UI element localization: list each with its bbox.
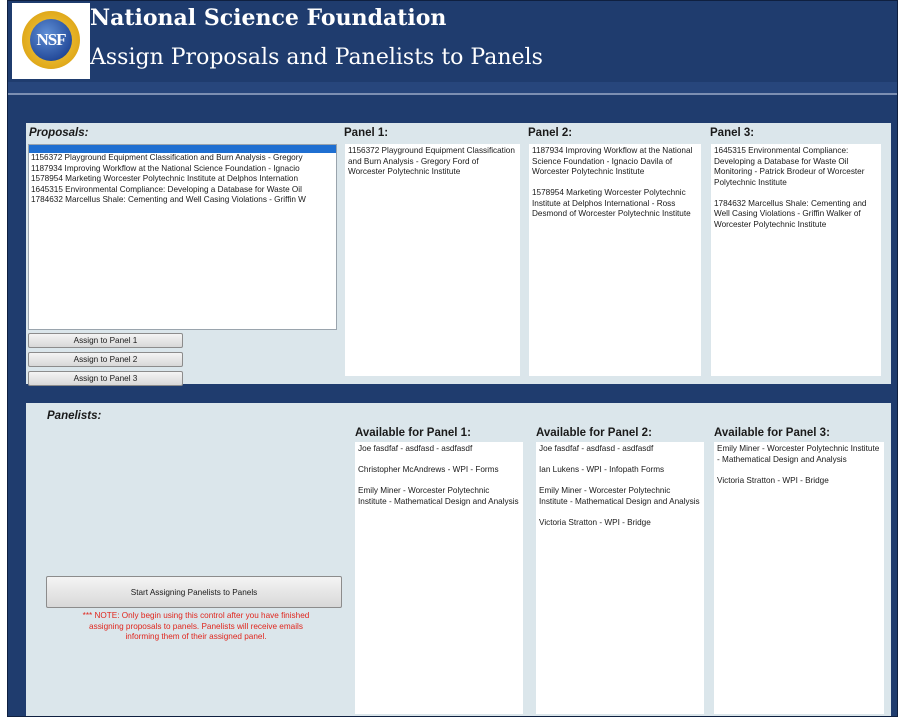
list-item: Christopher McAndrews - WPI - Forms	[358, 465, 499, 474]
panelists-heading: Panelists:	[47, 410, 102, 422]
start-assigning-button[interactable]: Start Assigning Panelists to Panels	[46, 576, 342, 608]
list-item: 1187934 Improving Workflow at the Nation…	[532, 146, 693, 176]
list-item: Joe fasdfaf - asdfasd - asdfasdf	[358, 444, 473, 453]
list-item: 1156372 Playground Equipment Classificat…	[348, 146, 515, 176]
list-item: Victoria Stratton - WPI - Bridge	[717, 475, 829, 485]
list-item: Ian Lukens - WPI - Infopath Forms	[539, 465, 665, 474]
list-item: 1784632 Marcellus Shale: Cementing and W…	[714, 198, 867, 229]
available-panel-3-list[interactable]: Emily Miner - Worcester Polytechnic Inst…	[714, 442, 884, 714]
available-panel-1-list[interactable]: Joe fasdfaf - asdfasd - asdfasdf Christo…	[355, 442, 523, 714]
available-panel-1-heading: Available for Panel 1:	[355, 427, 471, 439]
logo-globe: NSF	[30, 19, 72, 61]
nsf-logo: NSF	[12, 3, 90, 79]
list-item[interactable]: 1156372 Playground Equipment Classificat…	[29, 153, 336, 164]
list-item: Emily Miner - Worcester Polytechnic Inst…	[717, 444, 880, 464]
page-title: National Science Foundation	[90, 5, 447, 31]
panel-1-list[interactable]: 1156372 Playground Equipment Classificat…	[345, 144, 520, 376]
divider-stripe	[8, 82, 897, 93]
list-item[interactable]: 1645315 Environmental Compliance: Develo…	[29, 185, 336, 196]
panelists-section: Panelists: Start Assigning Panelists to …	[26, 403, 891, 716]
assign-panel-3-button[interactable]: Assign to Panel 3	[28, 371, 183, 386]
header-banner: NSF National Science Foundation Assign P…	[8, 1, 897, 81]
panel-1-heading: Panel 1:	[344, 127, 389, 139]
proposals-heading: Proposals:	[29, 127, 89, 139]
panel-3-list[interactable]: 1645315 Environmental Compliance: Develo…	[711, 144, 881, 376]
panel-3-heading: Panel 3:	[710, 127, 755, 139]
list-item[interactable]: 1187934 Improving Workflow at the Nation…	[29, 164, 336, 175]
available-panel-3-heading: Available for Panel 3:	[714, 427, 830, 439]
page-subtitle: Assign Proposals and Panelists to Panels	[90, 45, 543, 70]
list-item: Joe fasdfaf - asdfasd - asdfasdf	[539, 444, 654, 453]
available-panel-2-list[interactable]: Joe fasdfaf - asdfasd - asdfasdf Ian Luk…	[536, 442, 704, 714]
divider-band	[8, 95, 897, 120]
proposals-section: Proposals: 1156372 Playground Equipment …	[26, 123, 891, 386]
list-item[interactable]: 1784632 Marcellus Shale: Cementing and W…	[29, 195, 336, 206]
assign-panel-2-button[interactable]: Assign to Panel 2	[28, 352, 183, 367]
selected-row[interactable]	[29, 145, 336, 153]
proposals-listbox[interactable]: 1156372 Playground Equipment Classificat…	[28, 144, 337, 330]
panel-2-heading: Panel 2:	[528, 127, 573, 139]
app-window: NSF National Science Foundation Assign P…	[7, 0, 898, 717]
assign-panel-1-button[interactable]: Assign to Panel 1	[28, 333, 183, 348]
warning-note: *** NOTE: Only begin using this control …	[82, 611, 310, 641]
list-item: Emily Miner - Worcester Polytechnic Inst…	[358, 486, 519, 506]
list-item: Victoria Stratton - WPI - Bridge	[539, 517, 651, 527]
list-item[interactable]: 1578954 Marketing Worcester Polytechnic …	[29, 174, 336, 185]
available-panel-2-heading: Available for Panel 2:	[536, 427, 652, 439]
list-item: 1645315 Environmental Compliance: Develo…	[714, 146, 865, 187]
panel-2-list[interactable]: 1187934 Improving Workflow at the Nation…	[529, 144, 701, 376]
list-item: 1578954 Marketing Worcester Polytechnic …	[532, 188, 691, 218]
list-item: Emily Miner - Worcester Polytechnic Inst…	[539, 486, 700, 506]
